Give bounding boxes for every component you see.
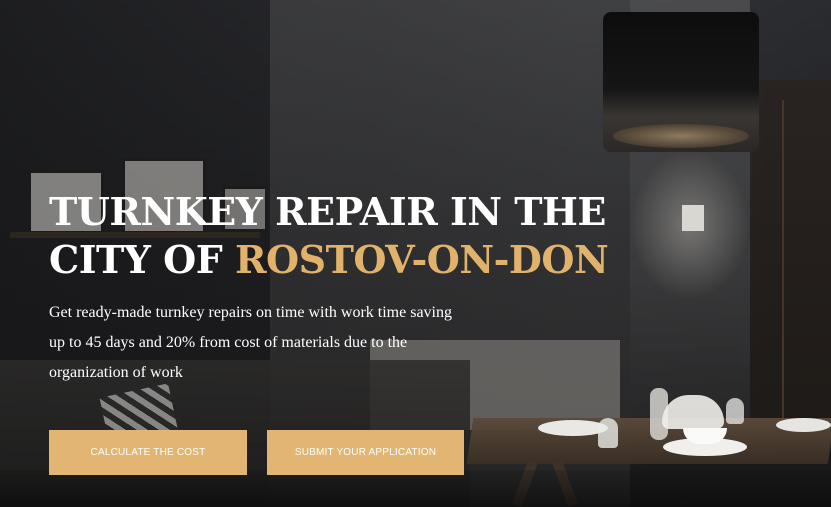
background-pendant-lamp bbox=[603, 12, 759, 152]
hero-section: TURNKEY REPAIR IN THE CITY OF ROSTOV-ON-… bbox=[0, 0, 831, 507]
hero-title: TURNKEY REPAIR IN THE CITY OF ROSTOV-ON-… bbox=[49, 188, 609, 284]
background-sconce bbox=[682, 205, 704, 231]
hero-subtitle-line2: up to 45 days and 20% from cost of mater… bbox=[49, 334, 408, 351]
hero-subtitle-line3: organization of work bbox=[49, 364, 183, 381]
hero-title-line1: TURNKEY REPAIR IN THE bbox=[49, 189, 606, 234]
hero-content: TURNKEY REPAIR IN THE CITY OF ROSTOV-ON-… bbox=[49, 188, 609, 388]
background-glass bbox=[726, 398, 744, 424]
calculate-cost-button[interactable]: CALCULATE THE COST bbox=[49, 430, 247, 475]
hero-subtitle: Get ready-made turnkey repairs on time w… bbox=[49, 298, 469, 388]
background-door bbox=[752, 80, 831, 440]
background-glass bbox=[598, 418, 618, 448]
hero-subtitle-line1: Get ready-made turnkey repairs on time w… bbox=[49, 304, 452, 321]
hero-title-prefix: CITY OF bbox=[49, 237, 235, 282]
hero-title-city: ROSTOV-ON-DON bbox=[234, 237, 609, 282]
background-plate bbox=[776, 418, 831, 432]
submit-application-button[interactable]: SUBMIT YOUR APPLICATION bbox=[267, 430, 464, 475]
background-floor bbox=[0, 470, 831, 507]
